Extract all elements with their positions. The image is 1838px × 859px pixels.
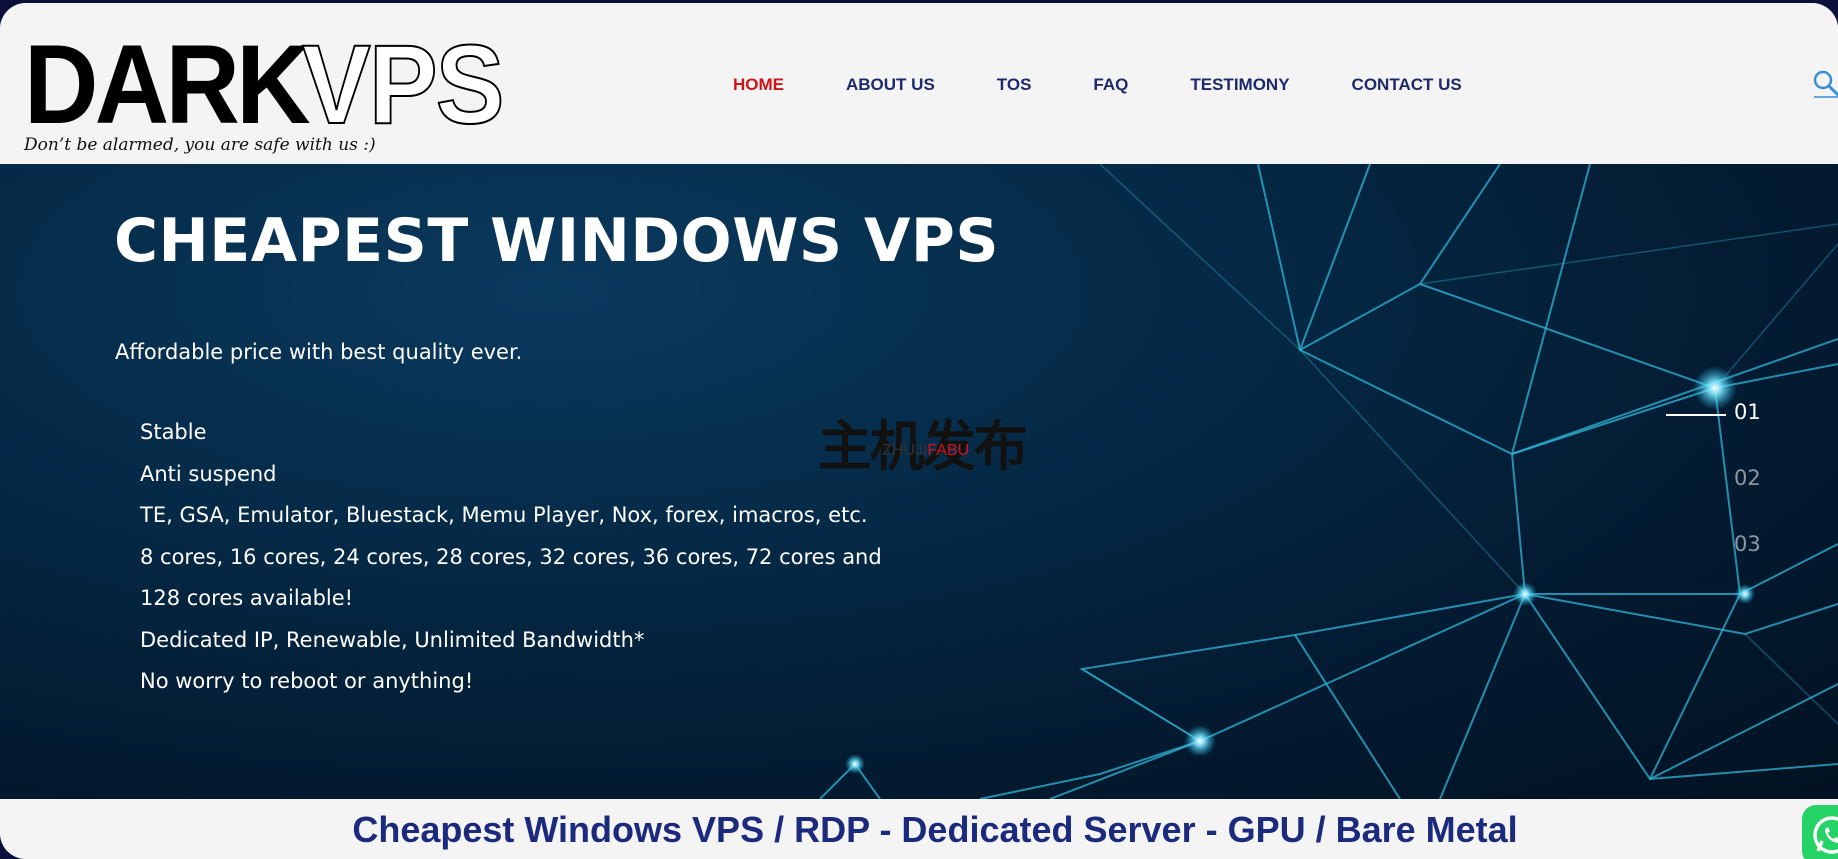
- nav-testimony[interactable]: TESTIMONY: [1190, 75, 1289, 95]
- slide-3-button[interactable]: 03: [1666, 532, 1776, 598]
- slide-2-button[interactable]: 02: [1666, 466, 1776, 532]
- nav-contact-us[interactable]: CONTACT US: [1352, 75, 1462, 95]
- nav-faq[interactable]: FAQ: [1093, 75, 1128, 95]
- watermark-en: ZHUJIFABU: [882, 442, 969, 460]
- watermark-en-part1: ZHUJI: [882, 442, 928, 459]
- logo-tagline: Don’t be alarmed, you are safe with us :…: [24, 135, 376, 155]
- headline-text: Cheapest Windows VPS / RDP - Dedicated S…: [352, 809, 1518, 850]
- feature-item: TE, GSA, Emulator, Bluestack, Memu Playe…: [140, 503, 868, 527]
- feature-item: No worry to reboot or anything!: [140, 669, 474, 693]
- nav-home[interactable]: HOME: [733, 75, 784, 95]
- logo-text-vps: VPS: [301, 22, 505, 147]
- slide-3-label: 03: [1734, 532, 1761, 556]
- active-slide-indicator: [1666, 414, 1726, 416]
- slide-1-label: 01: [1734, 400, 1761, 424]
- nav-tos[interactable]: TOS: [997, 75, 1032, 95]
- hero-subtitle: Affordable price with best quality ever.: [115, 340, 523, 364]
- feature-item: Stable: [140, 420, 207, 444]
- feature-item: 8 cores, 16 cores, 24 cores, 28 cores, 3…: [140, 544, 882, 611]
- site-header: DARK VPS Don’t be alarmed, you are safe …: [0, 3, 1838, 164]
- watermark-en-part2: FABU: [927, 442, 970, 459]
- nav-about-us[interactable]: ABOUT US: [846, 75, 935, 95]
- main-nav: HOME ABOUT US TOS FAQ TESTIMONY CONTACT …: [733, 75, 1524, 95]
- feature-item: Dedicated IP, Renewable, Unlimited Bandw…: [140, 627, 645, 652]
- feature-item: Anti suspend: [140, 461, 277, 486]
- slide-2-label: 02: [1734, 466, 1761, 490]
- headline-band: Cheapest Windows VPS / RDP - Dedicated S…: [0, 799, 1838, 859]
- whatsapp-icon[interactable]: [1802, 805, 1838, 859]
- slider-pagination: 01 02 03: [1666, 400, 1776, 598]
- logo-text-dark: DARK: [24, 22, 311, 147]
- site-logo[interactable]: DARK VPS Don’t be alarmed, you are safe …: [22, 22, 505, 160]
- page-frame: DARK VPS Don’t be alarmed, you are safe …: [0, 3, 1838, 859]
- hero-slider: CHEAPEST WINDOWS VPS Affordable price wi…: [0, 164, 1838, 799]
- hero-title: CHEAPEST WINDOWS VPS: [114, 206, 1000, 276]
- watermark-logo: 主机发布 ZHUJIFABU: [818, 402, 1028, 478]
- slide-1-button[interactable]: 01: [1666, 400, 1776, 466]
- search-icon[interactable]: [1812, 69, 1838, 99]
- feature-list: Stable Anti suspend TE, GSA, Emulator, B…: [140, 412, 900, 703]
